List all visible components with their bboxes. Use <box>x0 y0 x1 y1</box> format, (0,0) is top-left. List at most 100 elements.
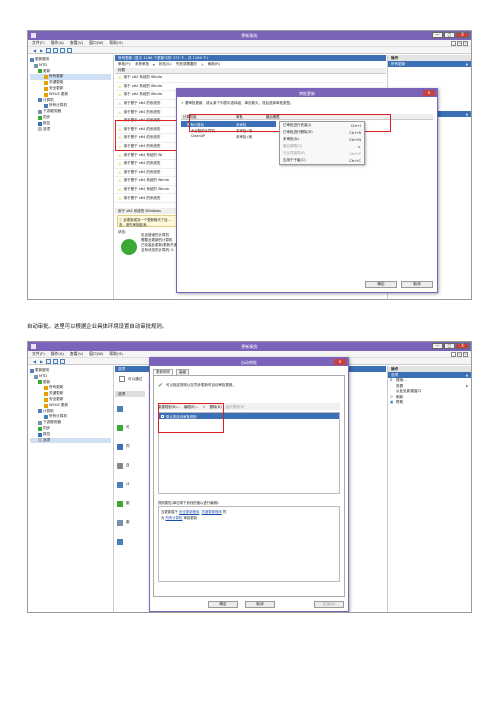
link-all-computers[interactable]: 所有计算机 <box>165 516 182 520</box>
context-menu-item[interactable]: 最后期限(D) ▶ <box>280 143 364 150</box>
menu-file[interactable]: 文件(F) <box>32 40 45 46</box>
update-row[interactable]: ⚠ 用于 x64 系统的 Windo <box>115 74 386 83</box>
link-critical-updates[interactable]: 关键更新程序 <box>202 510 222 514</box>
report-icon <box>38 432 42 437</box>
dialog-ok-button[interactable]: 确定 <box>365 281 397 288</box>
option-icon <box>117 405 123 412</box>
dialog-cancel-button[interactable]: 取消 <box>401 281 433 288</box>
context-menu-item[interactable]: 应用于子级(C) Ctrl+C <box>280 157 364 164</box>
up-folder-icon[interactable] <box>46 358 51 364</box>
menu-help[interactable]: 帮助(H) <box>109 351 122 357</box>
show-hide-tree-icon[interactable] <box>53 358 58 364</box>
options-icon <box>38 438 42 443</box>
dialog-titlebar: 审批更新 ✕ <box>177 89 437 97</box>
option-item[interactable] <box>117 532 130 551</box>
update-list-icon <box>44 92 48 97</box>
close-button[interactable]: X <box>456 343 469 349</box>
update-list-icon <box>44 386 48 391</box>
screenshot-automatic-approvals: 更新服务 — □ X 文件(F) 操作(A) 查看(V) 窗口(W) 帮助(H)… <box>27 341 472 613</box>
server-icon <box>38 110 42 115</box>
dialog-close-button[interactable]: ✕ <box>423 90 435 96</box>
update-list-icon <box>44 403 48 408</box>
tab-content: ✔ 可以指定规则以在同步更新时自动审批更新。 新建规则(N)... 编辑(E).… <box>153 375 345 597</box>
option-item[interactable]: 服 <box>117 494 130 513</box>
option-item[interactable]: 服 <box>117 513 130 532</box>
option-item[interactable]: 可 <box>117 418 130 437</box>
menu-view[interactable]: 查看(V) <box>70 351 83 357</box>
forward-arrow-icon[interactable]: ▶ <box>39 48 44 53</box>
update-list-icon <box>44 75 48 80</box>
up-folder-icon[interactable] <box>46 47 51 53</box>
run-rule-button[interactable]: 运行规则(R) <box>226 404 245 409</box>
warning-icon: ⚠ <box>118 195 122 201</box>
menu-action[interactable]: 操作(A) <box>51 40 64 46</box>
tree-item-options[interactable]: 选项 <box>30 437 111 444</box>
status-filter-select[interactable]: 失败或需要的 <box>176 62 197 67</box>
forward-arrow-icon[interactable]: ▶ <box>39 359 44 364</box>
maximize-button[interactable]: □ <box>444 32 455 38</box>
properties-icon[interactable] <box>67 47 72 53</box>
context-menu-item[interactable]: 已审批进行删除(R) Ctrl+R <box>280 129 364 136</box>
link-security-updates[interactable]: 安全更新程序 <box>179 510 199 514</box>
warning-icon: ⚠ <box>118 109 122 115</box>
approve-updates-dialog: 审批更新 ✕ ✔ 要审批更新，请从某个列表中选择组，单击箭头，然后选择审批类型。… <box>176 88 438 293</box>
minimize-button[interactable]: — <box>432 32 443 38</box>
caption-text: 自动审批。这里可以根据企业具体环境设置自动审批规则。 <box>27 324 168 330</box>
dialog-close-button[interactable]: ✕ <box>334 359 346 365</box>
back-arrow-icon[interactable]: ◀ <box>32 359 37 364</box>
mdi-close-button[interactable]: × <box>463 352 468 357</box>
menu-view[interactable]: 查看(V) <box>70 40 83 46</box>
dialog-ok-button[interactable]: 确定 <box>208 601 238 608</box>
mdi-close-button[interactable]: × <box>463 41 468 46</box>
action-help[interactable]: ▣ 帮助 <box>388 400 471 406</box>
help-icon: ▣ <box>390 400 394 404</box>
menu-action[interactable]: 操作(A) <box>51 351 64 357</box>
approval-context-menu: 已审批进行安装(I) Ctrl+I 已审批进行删除(R) Ctrl+R 未审批(N) Ct… <box>279 121 365 165</box>
updates-icon <box>38 69 42 74</box>
computers-icon <box>38 409 42 414</box>
context-menu-item[interactable]: 与父项相同(P) Ctrl+P <box>280 150 364 157</box>
minimize-button[interactable]: — <box>432 343 443 349</box>
dialog-cancel-button[interactable]: 取消 <box>245 601 275 608</box>
chevron-down-icon[interactable]: ▾ <box>153 63 155 67</box>
maximize-button[interactable]: □ <box>444 343 455 349</box>
show-hide-tree-icon[interactable] <box>53 47 58 53</box>
option-item[interactable] <box>117 399 130 418</box>
sync-icon <box>38 115 42 120</box>
menu-file[interactable]: 文件(F) <box>32 351 45 357</box>
option-icon <box>117 424 123 431</box>
group-row-cleanup[interactable]: CleanUP 未审批 (继 <box>181 133 276 139</box>
computer-group-icon <box>44 104 48 109</box>
mdi-minimize-button[interactable]: _ <box>451 352 456 357</box>
help-icon[interactable] <box>60 47 65 53</box>
option-icon <box>117 443 123 450</box>
option-item[interactable]: 自 <box>117 456 130 475</box>
mdi-minimize-button[interactable]: _ <box>451 41 456 46</box>
refresh-button[interactable]: 刷新(R) <box>208 62 220 67</box>
server-icon <box>30 57 34 62</box>
automatic-approvals-dialog: 自动审批 ✕ 更新规则 高级 ✔ 可以指定规则以在同步更新时自动审批更新。 新建… <box>149 357 349 612</box>
option-icon <box>117 500 123 507</box>
mdi-restore-button[interactable]: ▫ <box>457 352 462 357</box>
status-donut-chart <box>121 239 137 255</box>
computer-icon <box>34 374 38 379</box>
dialog-apply-button[interactable]: 应用(A) <box>314 601 344 608</box>
window-title: 更新服务 <box>241 344 258 349</box>
menu-window[interactable]: 窗口(W) <box>89 351 103 357</box>
help-icon[interactable] <box>60 358 65 364</box>
option-item[interactable]: 计 <box>117 475 130 494</box>
back-arrow-icon[interactable]: ◀ <box>32 48 37 53</box>
option-item[interactable]: 同 <box>117 437 130 456</box>
computers-icon <box>38 98 42 103</box>
tree-item-options[interactable]: 选项 <box>30 127 111 133</box>
server-icon <box>30 368 34 373</box>
menu-help[interactable]: 帮助(H) <box>109 40 122 46</box>
menu-window[interactable]: 窗口(W) <box>89 40 103 46</box>
refresh-icon[interactable]: ⟳ <box>201 63 204 67</box>
mdi-restore-button[interactable]: ▫ <box>457 41 462 46</box>
close-button[interactable]: X <box>456 32 469 38</box>
approval-filter-select[interactable]: 未获审批 <box>135 62 149 67</box>
action-item[interactable] <box>388 67 471 81</box>
context-menu-item[interactable]: 已审批进行安装(I) Ctrl+I <box>280 122 364 129</box>
context-menu-item[interactable]: 未审批(N) Ctrl+N <box>280 136 364 143</box>
